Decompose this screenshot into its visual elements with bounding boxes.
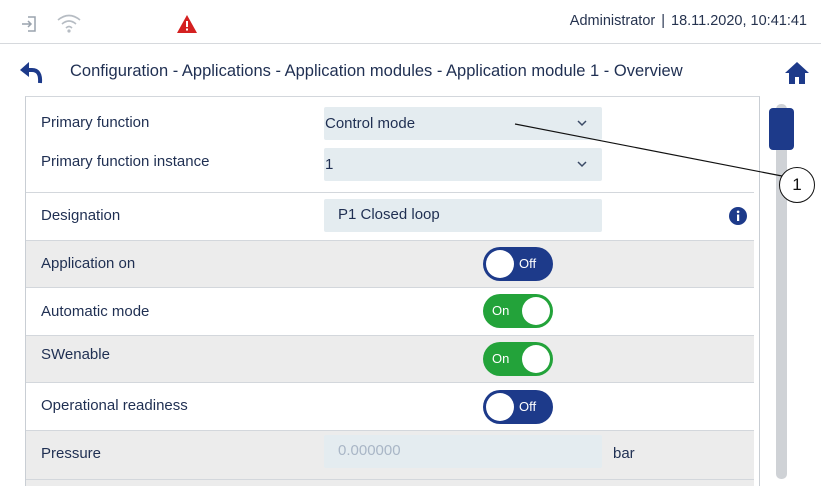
datetime: 18.11.2020, 10:41:41 [671, 13, 807, 29]
toggle-knob [522, 297, 550, 325]
operational-readiness-toggle[interactable]: Off [483, 390, 553, 424]
row-primary-function: Primary function Control mode [26, 97, 754, 145]
designation-value: P1 Closed loop [338, 206, 440, 223]
row-operational-readiness: Operational readiness Off [26, 382, 754, 430]
toggle-knob [486, 393, 514, 421]
pressure-field[interactable]: 0.000000 [324, 435, 602, 468]
toggle-state: On [492, 303, 510, 318]
primary-function-label: Primary function [41, 114, 150, 131]
home-icon[interactable] [784, 61, 810, 85]
scrollbar-track[interactable] [776, 104, 787, 479]
pressure-label: Pressure [41, 445, 102, 462]
login-icon[interactable] [20, 14, 40, 34]
row-pressure: Pressure 0.000000 bar [26, 430, 754, 486]
separator: | [661, 13, 665, 29]
toggle-state: Off [519, 256, 537, 271]
application-on-label: Application on [41, 255, 136, 272]
toggle-knob [486, 250, 514, 278]
toggle-state: On [492, 351, 510, 366]
automatic-mode-toggle[interactable]: On [483, 294, 553, 328]
application-on-toggle[interactable]: Off [483, 247, 553, 281]
scrollbar-thumb[interactable] [769, 108, 794, 150]
primary-function-value: Control mode [325, 115, 416, 132]
callout-number: 1 [792, 175, 802, 194]
toggle-state: Off [519, 399, 537, 414]
chevron-down-icon [577, 161, 587, 168]
top-bar: Administrator | 18.11.2020, 10:41:41 [0, 0, 821, 52]
swenable-label: SWenable [41, 346, 110, 363]
primary-function-select[interactable]: Control mode [324, 107, 602, 140]
designation-field[interactable]: P1 Closed loop [324, 199, 602, 232]
row-divider [26, 479, 754, 480]
operational-readiness-label: Operational readiness [41, 397, 188, 414]
primary-function-instance-label: Primary function instance [41, 153, 210, 170]
row-designation: Designation P1 Closed loop [26, 192, 754, 240]
user-datetime: Administrator | 18.11.2020, 10:41:41 [570, 13, 807, 29]
row-primary-function-instance: Primary function instance 1 [26, 145, 754, 192]
primary-function-instance-select[interactable]: 1 [324, 148, 602, 181]
chevron-down-icon [577, 120, 587, 127]
header-divider [0, 43, 821, 44]
swenable-toggle[interactable]: On [483, 342, 553, 376]
breadcrumb: Configuration - Applications - Applicati… [70, 62, 683, 80]
back-arrow-icon[interactable] [18, 59, 44, 85]
user-name[interactable]: Administrator [570, 13, 655, 29]
row-automatic-mode: Automatic mode On [26, 287, 754, 335]
row-application-on: Application on Off [26, 240, 754, 287]
primary-function-instance-value: 1 [325, 156, 334, 173]
toggle-knob [522, 345, 550, 373]
wifi-icon [57, 14, 81, 33]
automatic-mode-label: Automatic mode [41, 303, 150, 320]
pressure-placeholder: 0.000000 [338, 442, 401, 459]
pressure-unit: bar [613, 445, 635, 462]
designation-label: Designation [41, 207, 121, 224]
warning-icon[interactable] [176, 14, 198, 34]
row-swenable: SWenable On [26, 335, 754, 382]
info-icon[interactable] [729, 207, 747, 225]
